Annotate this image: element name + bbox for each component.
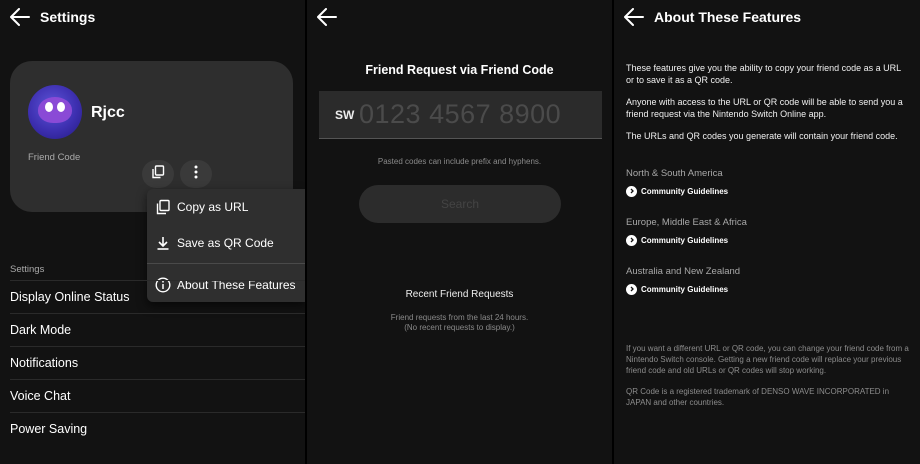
search-button[interactable]: Search xyxy=(359,185,561,223)
chevron-right-icon xyxy=(626,234,637,246)
friend-request-topbar xyxy=(307,0,612,34)
about-topbar: About These Features xyxy=(614,0,920,34)
page-title: Settings xyxy=(40,9,96,25)
divider xyxy=(10,280,305,281)
community-guidelines-label: Community Guidelines xyxy=(641,284,729,294)
settings-screen: Settings Rjcc Friend Code Copy as URL Sa… xyxy=(0,0,305,464)
copy-button[interactable] xyxy=(142,160,174,188)
region-americas: North & South America xyxy=(626,168,723,179)
settings-topbar: Settings xyxy=(0,0,305,34)
footnote-trademark: QR Code is a registered trademark of DEN… xyxy=(626,387,890,407)
copy-icon xyxy=(155,199,171,215)
community-guidelines-link[interactable]: Community Guidelines xyxy=(626,234,728,246)
section-label: Settings xyxy=(10,264,45,275)
settings-item-dark-mode[interactable]: Dark Mode xyxy=(10,323,71,337)
search-button-label: Search xyxy=(440,197,480,211)
community-guidelines-label: Community Guidelines xyxy=(641,235,729,245)
code-placeholder: 0123 4567 8900 xyxy=(359,99,562,129)
community-guidelines-label: Community Guidelines xyxy=(641,186,729,196)
page-title: Friend Request via Friend Code xyxy=(365,63,554,77)
menu-item-label: Copy as URL xyxy=(177,200,249,214)
friend-code-input[interactable]: SW 0123 4567 8900 xyxy=(319,91,602,138)
page-title: About These Features xyxy=(654,9,802,25)
community-guidelines-link[interactable]: Community Guidelines xyxy=(626,185,728,197)
friend-request-screen: Friend Request via Friend Code SW 0123 4… xyxy=(307,0,612,464)
recent-requests-empty: (No recent requests to display.) xyxy=(404,323,515,332)
download-icon xyxy=(155,235,171,251)
copy-icon xyxy=(151,164,165,184)
options-menu: Copy as URL Save as QR Code About These … xyxy=(147,189,305,302)
settings-item-notifications[interactable]: Notifications xyxy=(10,356,78,370)
code-prefix: SW xyxy=(335,108,355,122)
community-guidelines-link[interactable]: Community Guidelines xyxy=(626,283,728,295)
recent-requests-line: Friend requests from the last 24 hours. xyxy=(390,313,529,322)
settings-item-online-status[interactable]: Display Online Status xyxy=(10,290,130,304)
divider xyxy=(10,412,305,413)
friend-code-label: Friend Code xyxy=(28,152,81,163)
divider xyxy=(10,313,305,314)
menu-divider xyxy=(147,263,305,264)
menu-item-copy-as-url[interactable]: Copy as URL xyxy=(147,189,305,225)
paragraph-contents: The URLs and QR codes you generate will … xyxy=(626,131,898,141)
settings-item-power-saving[interactable]: Power Saving xyxy=(10,422,87,436)
recent-requests-title: Recent Friend Requests xyxy=(405,289,514,300)
avatar[interactable] xyxy=(28,85,82,139)
chevron-right-icon xyxy=(626,185,637,197)
back-arrow-icon[interactable] xyxy=(624,8,644,26)
paragraph-intro: These features give you the ability to c… xyxy=(626,63,901,85)
input-underline xyxy=(319,138,602,139)
region-anz: Australia and New Zealand xyxy=(626,266,741,277)
about-features-screen: About These Features These features give… xyxy=(614,0,920,464)
menu-item-about[interactable]: About These Features xyxy=(147,267,305,303)
back-arrow-icon[interactable] xyxy=(317,8,337,26)
chevron-right-icon xyxy=(626,283,637,295)
region-emea: Europe, Middle East & Africa xyxy=(626,217,747,228)
settings-item-voice-chat[interactable]: Voice Chat xyxy=(10,389,70,403)
menu-item-label: Save as QR Code xyxy=(177,236,274,250)
recent-requests-subtitle: Friend requests from the last 24 hours. … xyxy=(307,313,612,333)
more-options-button[interactable] xyxy=(180,160,212,188)
footnote-change-code: If you want a different URL or QR code, … xyxy=(626,344,909,375)
menu-item-save-as-qr[interactable]: Save as QR Code xyxy=(147,225,305,261)
divider xyxy=(10,346,305,347)
username: Rjcc xyxy=(91,104,125,121)
more-vertical-icon xyxy=(194,165,198,184)
back-arrow-icon[interactable] xyxy=(10,8,30,26)
divider xyxy=(10,379,305,380)
input-hint: Pasted codes can include prefix and hyph… xyxy=(377,157,542,166)
paragraph-access: Anyone with access to the URL or QR code… xyxy=(626,97,903,119)
